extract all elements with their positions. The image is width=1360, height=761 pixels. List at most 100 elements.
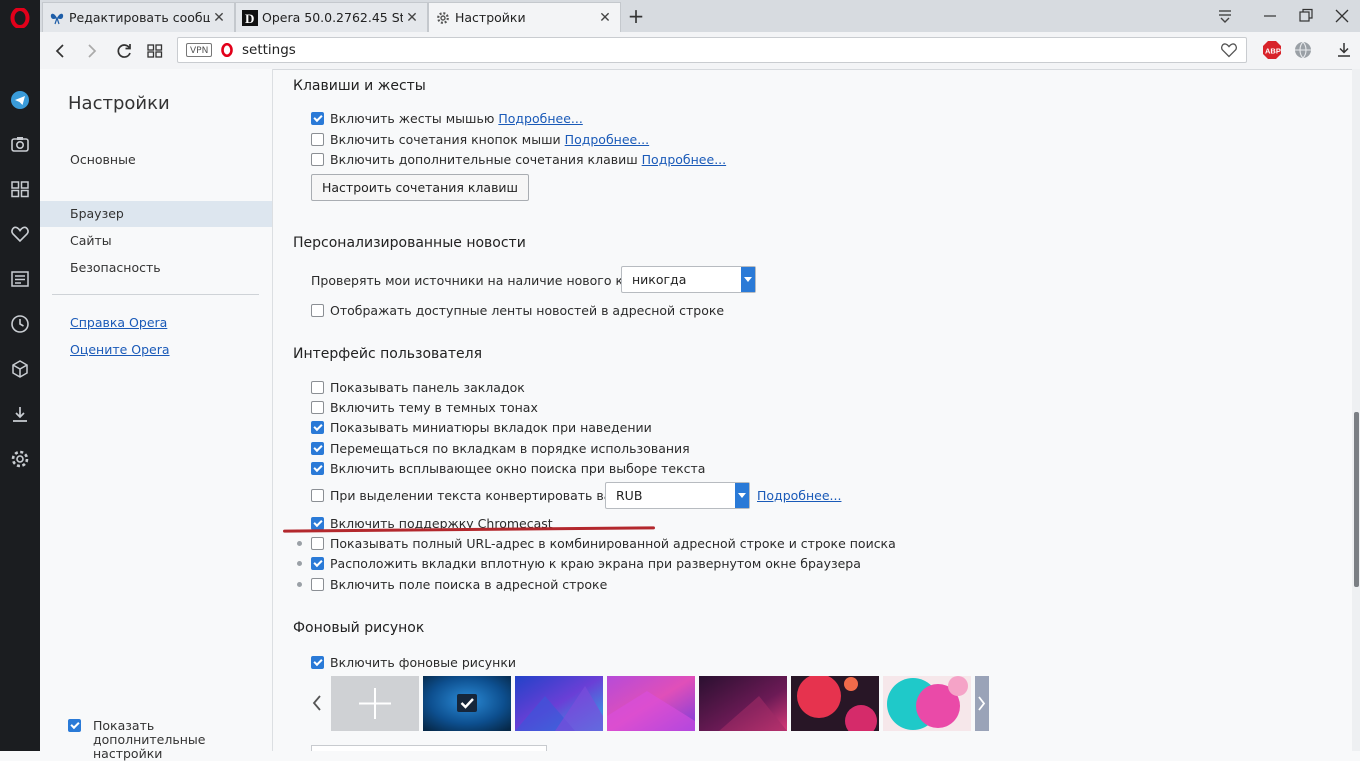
tab-bar: Редактировать сообщени ✕ D Opera 50.0.27… (40, 0, 1360, 32)
nav-item-basic[interactable]: Основные (40, 147, 272, 173)
checkbox[interactable] (311, 400, 324, 414)
adblock-icon[interactable]: ABP (1262, 40, 1282, 60)
extensions-cube-icon[interactable] (9, 358, 31, 380)
checkbox[interactable] (311, 536, 324, 550)
telegram-icon[interactable] (9, 89, 31, 111)
new-tab-plus-icon[interactable]: + (625, 5, 647, 27)
bookmark-heart-icon[interactable] (1220, 42, 1238, 61)
option-extra-shortcuts[interactable]: Включить дополнительные сочетания клавиш… (311, 150, 726, 168)
url-text[interactable]: settings (242, 42, 296, 58)
advanced-settings-label: Показать дополнительные настройки (93, 718, 206, 761)
tab-settings[interactable]: Настройки ✕ (428, 2, 621, 32)
news-frequency-select[interactable]: никогда (621, 266, 756, 293)
checkbox[interactable] (311, 111, 324, 125)
wallpaper-button-partial[interactable] (311, 745, 547, 751)
option-tab-thumbnails[interactable]: Показывать миниатюры вкладок при наведен… (311, 418, 652, 436)
checkbox[interactable] (311, 516, 324, 530)
settings-gear-icon[interactable] (9, 448, 31, 470)
opera-logo-icon[interactable] (10, 7, 30, 29)
option-label: Включить жесты мышью (330, 110, 495, 126)
history-icon[interactable] (9, 313, 31, 335)
heart-icon[interactable] (9, 223, 31, 245)
back-icon[interactable] (50, 40, 72, 62)
checkbox[interactable] (311, 420, 324, 434)
option-mouse-button-combos[interactable]: Включить сочетания кнопок мыши Подробнее… (311, 130, 649, 148)
checkbox[interactable] (311, 303, 324, 317)
chevron-down-icon (741, 267, 755, 292)
checkbox[interactable] (311, 488, 324, 502)
checkbox[interactable] (311, 132, 324, 146)
wallpaper-thumb[interactable] (607, 676, 695, 731)
checkbox[interactable] (311, 441, 324, 455)
nav-item-browser[interactable]: Браузер (40, 201, 272, 227)
advanced-bullet (297, 582, 302, 587)
forward-icon[interactable] (80, 40, 102, 62)
close-tab-icon[interactable]: ✕ (210, 9, 228, 27)
tab-edit-message[interactable]: Редактировать сообщени ✕ (42, 2, 235, 32)
globe-extension-icon[interactable] (1293, 40, 1313, 60)
tab-opera-release[interactable]: D Opera 50.0.2762.45 Stable ✕ (235, 2, 428, 32)
checkbox[interactable] (311, 380, 324, 394)
more-link[interactable]: Подробнее... (642, 152, 726, 167)
advanced-settings-toggle[interactable]: Показать дополнительные настройки (68, 719, 253, 761)
wallpaper-thumb-partial[interactable] (975, 676, 989, 731)
wallpaper-thumb[interactable] (515, 676, 603, 731)
d-logo-icon: D (242, 9, 258, 26)
tab-grid-icon[interactable] (144, 40, 166, 62)
option-news-feeds[interactable]: Отображать доступные ленты новостей в ад… (311, 301, 724, 319)
speed-dial-icon[interactable] (9, 178, 31, 200)
vpn-badge[interactable]: VPN (186, 43, 213, 57)
checkbox[interactable] (311, 577, 324, 591)
configure-shortcuts-button[interactable]: Настроить сочетания клавиш (311, 174, 529, 201)
downloads-icon[interactable] (9, 403, 31, 425)
restore-icon[interactable] (1296, 6, 1316, 26)
wallpaper-thumb[interactable] (883, 676, 971, 731)
option-tab-cycling[interactable]: Перемещаться по вкладкам в порядке испол… (311, 439, 690, 457)
minimize-icon[interactable] (1260, 6, 1280, 26)
tab-menu-icon[interactable] (1215, 6, 1235, 26)
help-opera-link[interactable]: Справка Opera (70, 315, 167, 330)
currency-select[interactable]: RUB (605, 482, 750, 509)
checkbox[interactable] (311, 655, 324, 669)
rate-opera-link[interactable]: Оцените Opera (70, 342, 170, 357)
download-icon[interactable] (1334, 40, 1354, 60)
svg-text:D: D (245, 11, 254, 26)
settings-title: Настройки (68, 93, 170, 114)
advanced-settings-checkbox[interactable] (68, 719, 81, 732)
add-wallpaper-tile[interactable] (331, 676, 419, 731)
select-value: RUB (616, 488, 643, 503)
option-mouse-gestures[interactable]: Включить жесты мышью Подробнее... (311, 109, 583, 127)
more-link[interactable]: Подробнее... (565, 132, 649, 147)
advanced-bullet (297, 541, 302, 546)
nav-item-sites[interactable]: Сайты (40, 228, 272, 254)
camera-icon[interactable] (9, 133, 31, 155)
option-search-in-address[interactable]: Включить поле поиска в адресной строке (311, 575, 607, 593)
address-bar[interactable]: VPN settings (177, 37, 1247, 63)
wallpaper-thumb-selected[interactable] (423, 676, 511, 731)
scrollbar-thumb[interactable] (1354, 412, 1359, 587)
news-icon[interactable] (9, 268, 31, 290)
option-label: Показывать полный URL-адрес в комбиниров… (330, 535, 896, 551)
close-window-icon[interactable] (1332, 6, 1352, 26)
reload-icon[interactable] (113, 40, 135, 62)
option-dark-theme[interactable]: Включить тему в темных тонах (311, 398, 538, 416)
nav-item-security[interactable]: Безопасность (40, 255, 272, 281)
scrollbar-track[interactable] (1352, 69, 1360, 751)
option-label: Включить всплывающее окно поиска при выб… (330, 460, 706, 476)
close-tab-icon[interactable]: ✕ (403, 9, 421, 27)
checkbox[interactable] (311, 461, 324, 475)
more-link[interactable]: Подробнее... (498, 111, 582, 126)
option-full-url[interactable]: Показывать полный URL-адрес в комбиниров… (311, 534, 896, 552)
option-bookmarks-bar[interactable]: Показывать панель закладок (311, 378, 525, 396)
option-tabs-to-edge[interactable]: Расположить вкладки вплотную к краю экра… (311, 554, 861, 572)
wallpaper-thumb[interactable] (791, 676, 879, 731)
currency-more-link[interactable]: Подробнее... (757, 488, 841, 503)
option-search-popup[interactable]: Включить всплывающее окно поиска при выб… (311, 459, 705, 477)
opera-sidebar (0, 0, 40, 751)
wallpaper-thumb[interactable] (699, 676, 787, 731)
option-enable-wallpapers[interactable]: Включить фоновые рисунки (311, 653, 516, 671)
close-tab-icon[interactable]: ✕ (596, 9, 614, 27)
carousel-prev-icon[interactable] (309, 691, 325, 715)
checkbox[interactable] (311, 556, 324, 570)
checkbox[interactable] (311, 152, 324, 166)
